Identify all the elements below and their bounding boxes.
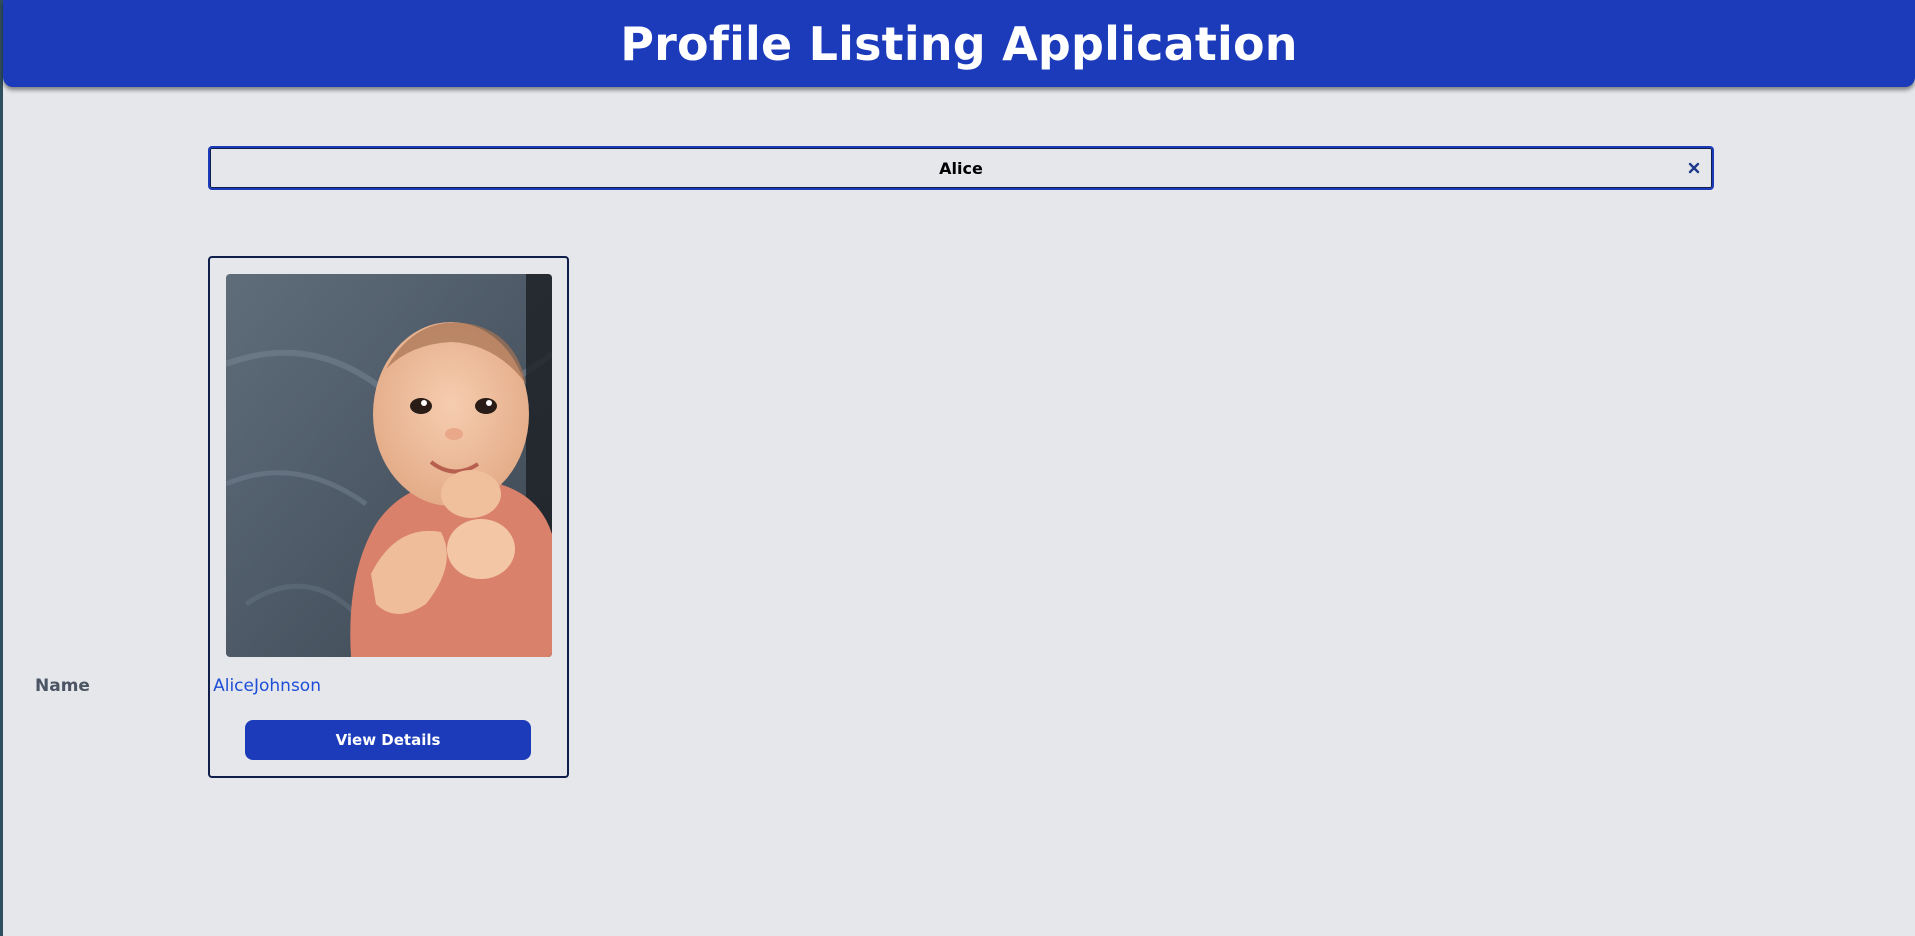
app-title: Profile Listing Application xyxy=(620,16,1298,71)
name-label: Name xyxy=(35,676,90,696)
profile-photo xyxy=(226,274,552,657)
search-input[interactable] xyxy=(210,148,1712,188)
search-box xyxy=(208,146,1714,190)
close-icon[interactable] xyxy=(1684,158,1704,178)
app-header: Profile Listing Application xyxy=(3,0,1915,87)
profile-card xyxy=(208,256,569,778)
left-edge-border xyxy=(0,0,3,936)
name-row: Name AliceJohnson xyxy=(35,676,321,696)
view-details-button[interactable]: View Details xyxy=(245,720,531,760)
name-value: AliceJohnson xyxy=(213,676,321,696)
